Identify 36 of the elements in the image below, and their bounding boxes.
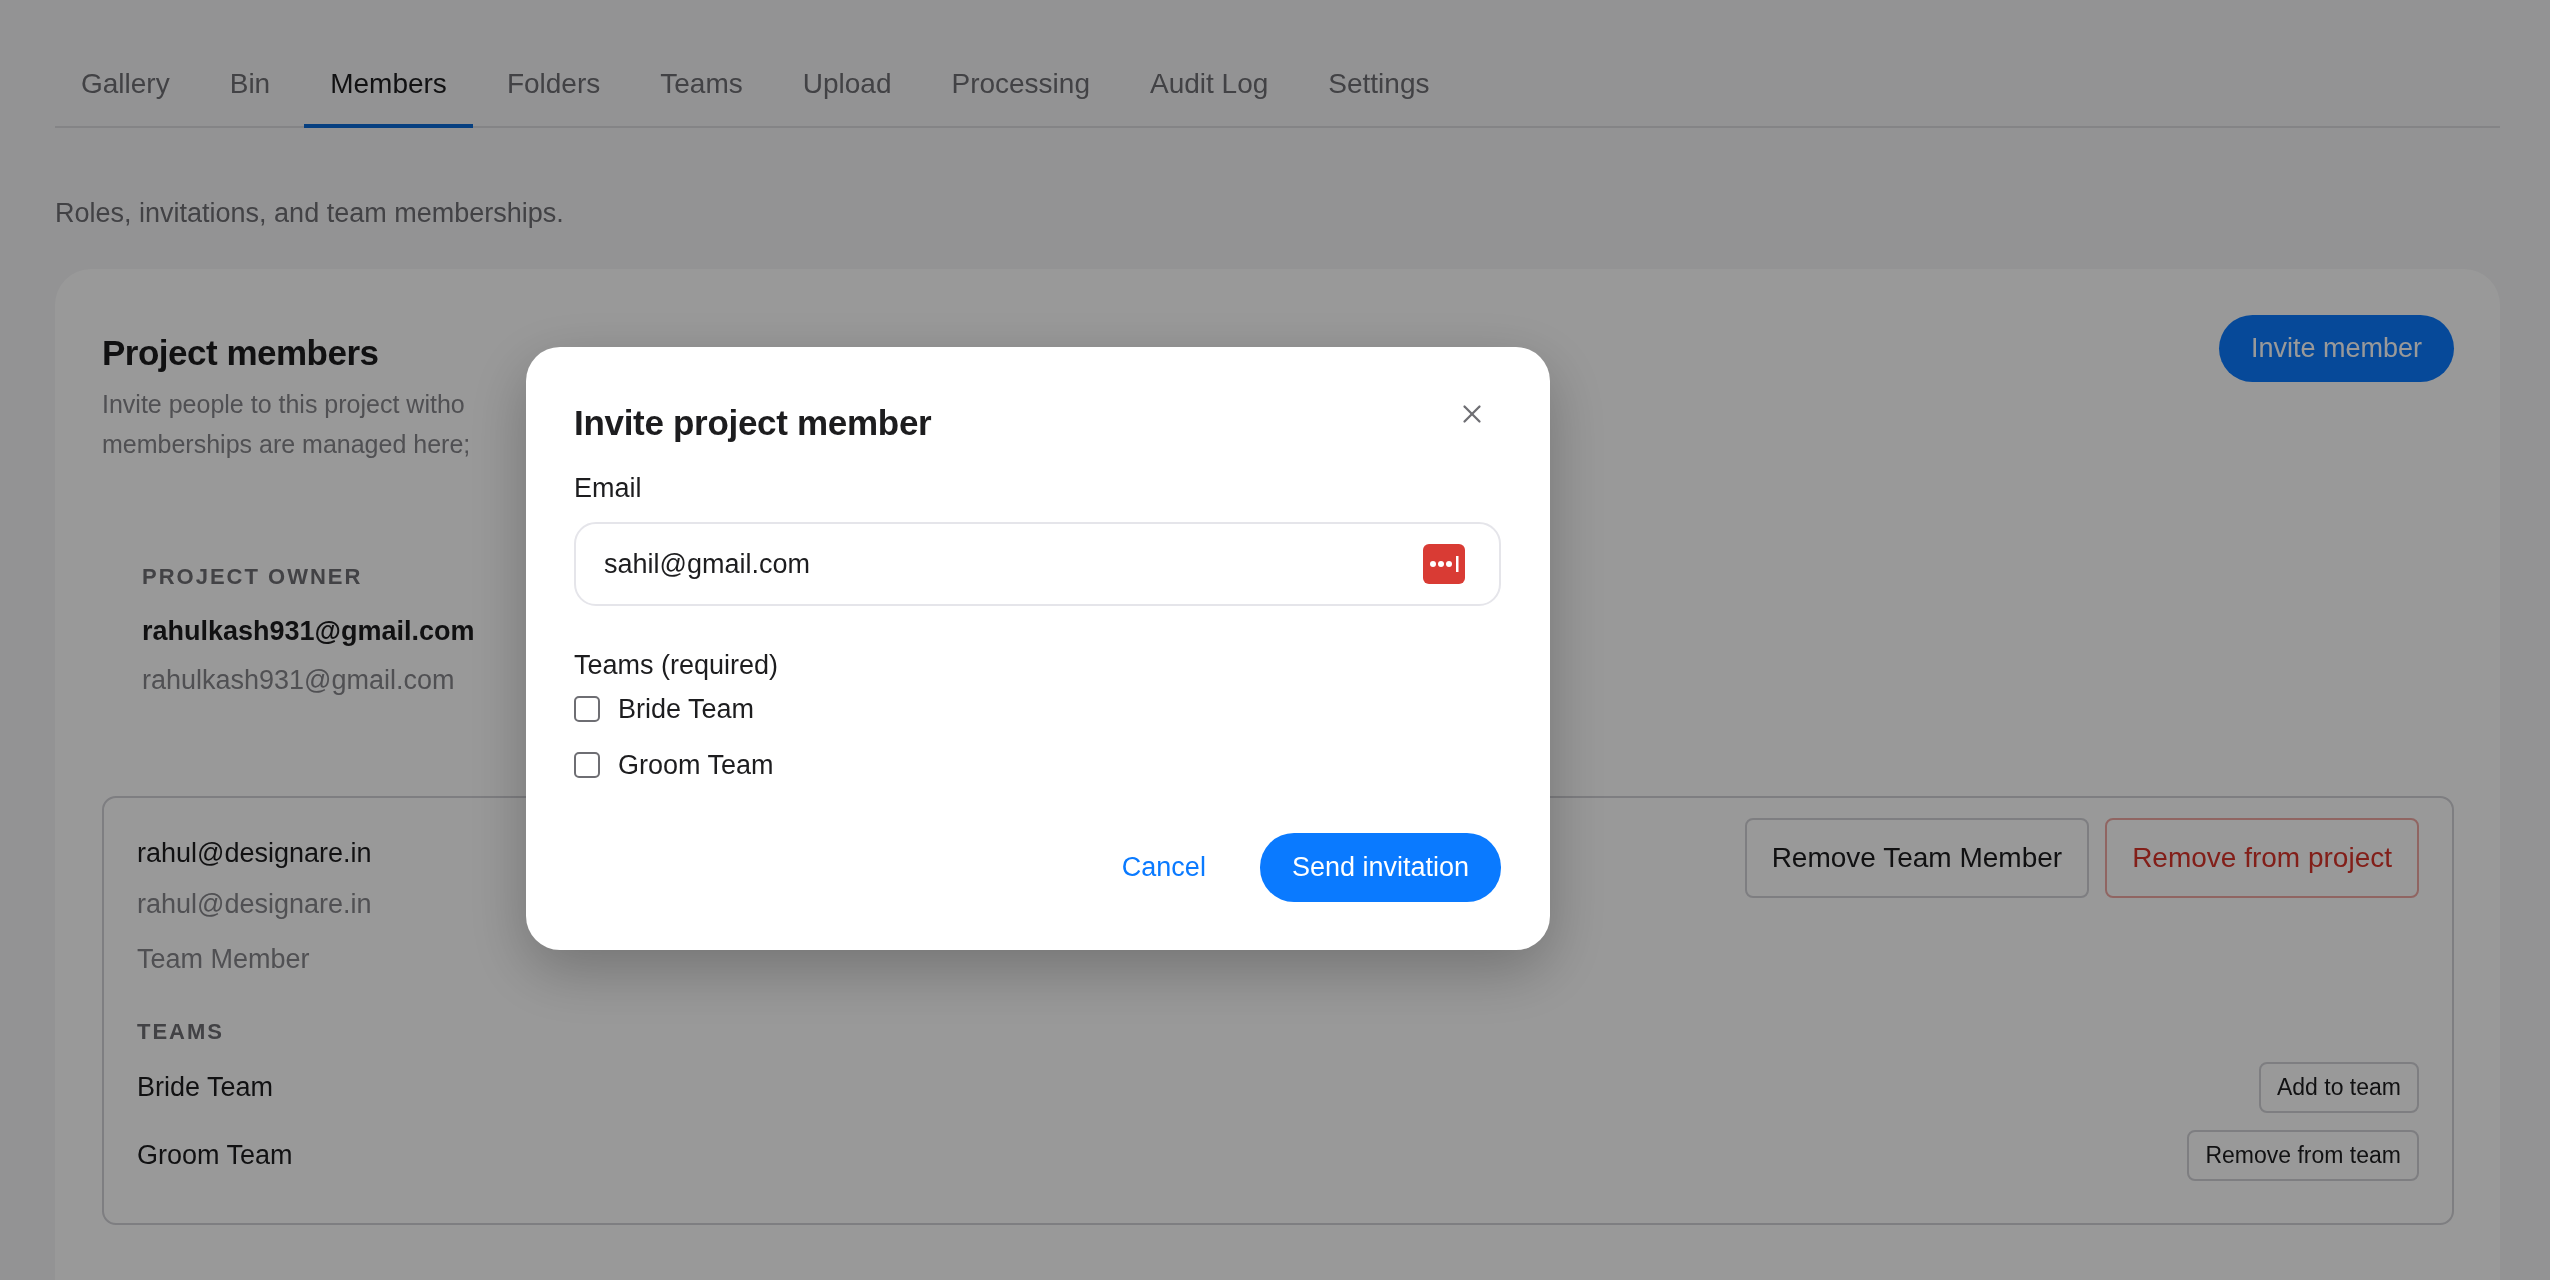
dialog-title: Invite project member	[574, 403, 932, 443]
team-name: Groom Team	[137, 1139, 293, 1171]
remove-from-project-button[interactable]: Remove from project	[2105, 818, 2419, 898]
page-subtitle: Roles, invitations, and team memberships.	[55, 198, 565, 229]
tab[interactable]: Upload	[776, 40, 918, 128]
teams-label: TEAMS	[137, 1019, 225, 1045]
tab[interactable]: Audit Log	[1123, 40, 1295, 128]
owner-email: rahulkash931@gmail.com	[142, 665, 455, 696]
teams-field-label: Teams (required)	[574, 650, 780, 681]
team-checkbox[interactable]: Bride Team	[574, 681, 1501, 737]
cancel-button[interactable]: Cancel	[1121, 852, 1206, 883]
team-checkbox[interactable]: Groom Team	[574, 737, 1501, 793]
description-text: memberships are managed here;	[102, 429, 471, 460]
team-action-button[interactable]: Add to team	[2258, 1061, 2419, 1113]
team-name: Bride Team	[137, 1071, 274, 1103]
member-role: Team Member	[137, 944, 311, 975]
tab[interactable]: Folders	[480, 40, 627, 128]
member-name: rahul@designare.in	[137, 838, 372, 869]
owner-label: PROJECT OWNER	[142, 564, 363, 590]
tab[interactable]: Teams	[634, 40, 769, 128]
password-manager-icon[interactable]	[1423, 544, 1465, 584]
section-title: Project members	[102, 333, 379, 373]
tab[interactable]: Gallery	[55, 40, 196, 128]
description-text: Invite people to this project witho	[102, 389, 465, 420]
member-email: rahul@designare.in	[137, 889, 372, 920]
invite-member-button[interactable]: Invite member	[2218, 315, 2454, 382]
email-label: Email	[574, 473, 643, 504]
tab[interactable]: Processing	[925, 40, 1116, 128]
tab[interactable]: Members	[304, 40, 473, 128]
tab[interactable]: Settings	[1302, 40, 1456, 128]
send-invitation-button[interactable]: Send invitation	[1259, 833, 1501, 902]
team-action-button[interactable]: Remove from team	[2187, 1129, 2419, 1181]
remove-member-button[interactable]: Remove Team Member	[1744, 818, 2090, 898]
tab[interactable]: Bin	[203, 40, 297, 128]
owner-name: rahulkash931@gmail.com	[142, 616, 475, 647]
email-field[interactable]: sahil@gmail.com	[574, 522, 1501, 606]
